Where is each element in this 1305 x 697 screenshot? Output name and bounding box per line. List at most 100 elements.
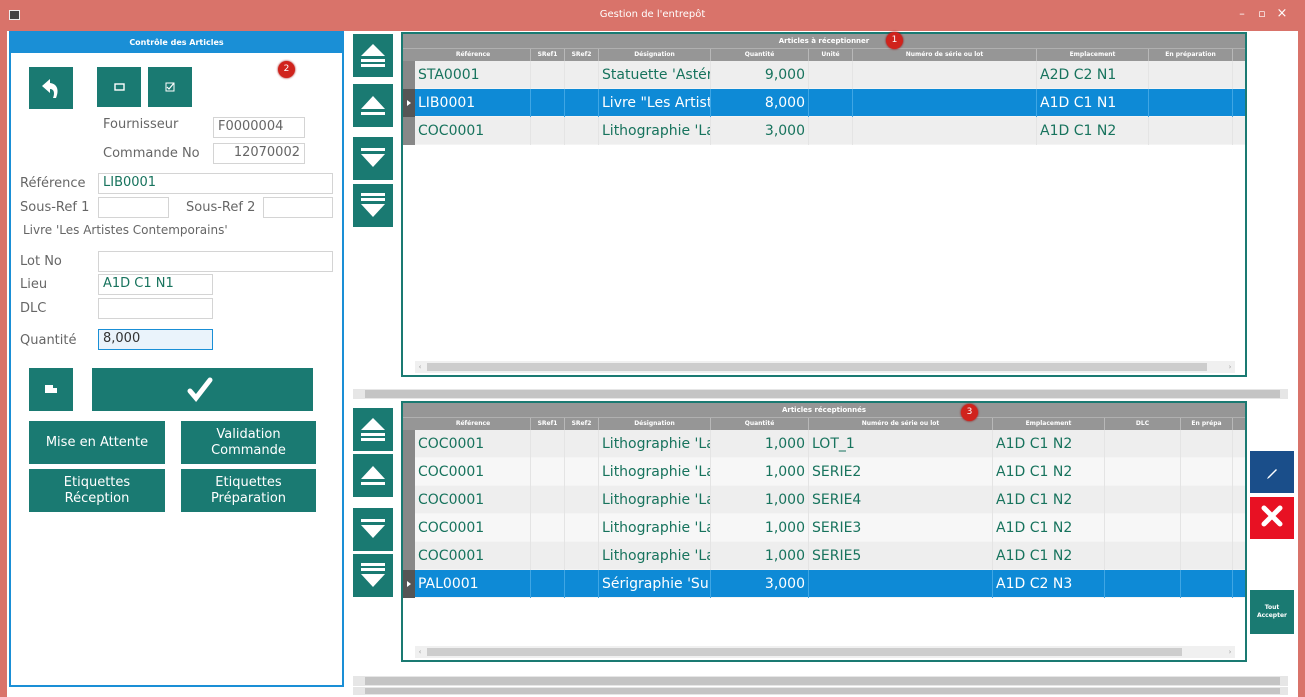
cell-designation: Lithographie 'La [599, 486, 711, 514]
cell-serie: LOT_1 [809, 430, 993, 458]
scroll-right-icon[interactable]: › [1225, 646, 1235, 658]
cell-designation: Lithographie 'La [599, 514, 711, 542]
row-indicator [403, 570, 415, 598]
bottom-horizontal-scrollbar-2[interactable] [353, 687, 1288, 695]
bottom-grid-next-button[interactable] [353, 508, 393, 551]
etiquettes-preparation-label-1: Etiquettes [215, 474, 282, 490]
scrollbar-thumb[interactable] [365, 677, 1280, 685]
bottom-horizontal-scrollbar[interactable] [353, 676, 1288, 686]
tout-accepter-label-2: Accepter [1256, 612, 1288, 619]
annotation-badge-3: 3 [961, 404, 978, 421]
etiquettes-preparation-button[interactable]: Etiquettes Préparation [181, 469, 316, 512]
scrollbar-thumb[interactable] [427, 363, 1207, 371]
cell-emplacement: A2D C2 N1 [1037, 61, 1149, 89]
back-button[interactable] [29, 67, 73, 109]
etiquettes-reception-button[interactable]: Etiquettes Réception [29, 469, 165, 512]
grid-header: Référence SRef1 SRef2 Désignation Quanti… [403, 48, 1245, 62]
scroll-left-icon[interactable]: ‹ [415, 646, 425, 658]
cell-sref1 [531, 117, 565, 145]
sousref1-label: Sous-Ref 1 [20, 200, 90, 215]
table-row[interactable]: COC0001 Lithographie 'La 1,000 LOT_1 A1D… [403, 430, 1245, 458]
middle-horizontal-scrollbar[interactable] [353, 389, 1288, 399]
cell-quantite: 1,000 [711, 514, 809, 542]
top-grid-next-button[interactable] [353, 137, 393, 180]
bottom-grid-last-button[interactable] [353, 554, 393, 597]
cell-emplacement: A1D C1 N2 [993, 430, 1105, 458]
table-row[interactable]: STA0001 Statuette 'Astérix 9,000 A2D C2 … [403, 61, 1245, 89]
sousref2-field[interactable] [263, 197, 333, 218]
cell-reference: STA0001 [415, 61, 531, 89]
articles-receptionnes-grid: Articles réceptionnés Référence SRef1 SR… [401, 401, 1247, 662]
quantite-field[interactable]: 8,000 [98, 329, 213, 350]
cell-reference: COC0001 [415, 514, 531, 542]
row-indicator [403, 486, 415, 514]
close-window-button[interactable]: × [1272, 5, 1292, 23]
sousref2-label: Sous-Ref 2 [186, 200, 256, 215]
table-row-selected[interactable]: PAL0001 Sérigraphie 'Sur 3,000 A1D C2 N3 [403, 570, 1245, 598]
commande-field[interactable]: 12070002 [213, 143, 305, 164]
top-grid-previous-button[interactable] [353, 84, 393, 127]
minimize-button[interactable]: – [1232, 5, 1252, 23]
cell-en-preparation [1149, 89, 1233, 117]
sousref1-field[interactable] [98, 197, 169, 218]
maximize-button[interactable]: ▫ [1252, 5, 1272, 23]
scanner-button[interactable] [29, 368, 73, 411]
cell-sref1 [531, 89, 565, 117]
cell-sref2 [565, 542, 599, 570]
reference-field[interactable]: LIB0001 [98, 173, 333, 194]
edit-button[interactable] [1250, 451, 1294, 493]
cell-sref2 [565, 117, 599, 145]
table-row[interactable]: COC0001 Lithographie 'La 3,000 A1D C1 N2 [403, 117, 1245, 145]
table-row[interactable]: COC0001 Lithographie 'La 1,000 SERIE2 A1… [403, 458, 1245, 486]
top-grid-first-button[interactable] [353, 34, 393, 77]
cell-emplacement: A1D C1 N2 [993, 486, 1105, 514]
delete-x-icon [1250, 505, 1294, 543]
scrollbar-thumb[interactable] [365, 688, 1280, 694]
bottom-grid-previous-button[interactable] [353, 454, 393, 497]
delete-button[interactable] [1250, 497, 1294, 539]
lot-field[interactable] [98, 251, 333, 272]
fournisseur-label: Fournisseur [103, 117, 179, 132]
cell-dlc [1105, 486, 1181, 514]
tout-accepter-button[interactable]: Tout Accepter [1250, 590, 1294, 634]
cell-sref1 [531, 458, 565, 486]
top-grid-last-button[interactable] [353, 184, 393, 227]
etiquettes-reception-label-2: Réception [64, 490, 130, 506]
table-row[interactable]: COC0001 Lithographie 'La 1,000 SERIE4 A1… [403, 486, 1245, 514]
articles-a-receptionner-grid: Articles à réceptionner Référence SRef1 … [401, 32, 1247, 377]
table-row[interactable]: COC0001 Lithographie 'La 1,000 SERIE3 A1… [403, 514, 1245, 542]
annotation-badge-2: 2 [278, 61, 295, 78]
row-indicator [403, 89, 415, 117]
title-bar: Gestion de l'entrepôt – ▫ × [0, 0, 1305, 31]
etiquettes-preparation-label-2: Préparation [210, 490, 287, 506]
cell-unite [809, 117, 853, 145]
cell-en-preparation [1181, 514, 1233, 542]
row-indicator [403, 61, 415, 89]
table-row-selected[interactable]: LIB0001 Livre "Les Artiste 8,000 A1D C1 … [403, 89, 1245, 117]
validation-commande-button[interactable]: Validation Commande [181, 421, 316, 464]
validate-item-button[interactable] [148, 67, 192, 107]
dlc-field[interactable] [98, 298, 213, 319]
scroll-left-icon[interactable]: ‹ [415, 361, 425, 373]
lieu-field[interactable]: A1D C1 N1 [98, 274, 213, 295]
table-row[interactable]: COC0001 Lithographie 'La 1,000 SERIE5 A1… [403, 542, 1245, 570]
grid-header: Référence SRef1 SRef2 Désignation Quanti… [403, 417, 1245, 431]
cell-designation: Lithographie 'La [599, 542, 711, 570]
bottom-grid-scrollbar[interactable]: ‹ › [415, 646, 1235, 658]
bottom-grid-first-button[interactable] [353, 408, 393, 451]
lieu-label: Lieu [20, 277, 48, 292]
scrollbar-thumb[interactable] [365, 390, 1280, 398]
cell-designation: Lithographie 'La [599, 117, 711, 145]
mise-en-attente-button[interactable]: Mise en Attente [29, 421, 165, 464]
cell-en-preparation [1181, 542, 1233, 570]
cell-en-preparation [1181, 486, 1233, 514]
scrollbar-thumb[interactable] [427, 648, 1182, 656]
cell-dlc [1105, 570, 1181, 598]
cell-emplacement: A1D C1 N2 [1037, 117, 1149, 145]
window-button[interactable] [97, 67, 141, 107]
top-grid-scrollbar[interactable]: ‹ › [415, 361, 1235, 373]
confirm-quantity-button[interactable] [92, 368, 313, 411]
scroll-right-icon[interactable]: › [1225, 361, 1235, 373]
cell-serie [853, 89, 1037, 117]
fournisseur-field[interactable]: F0000004 [213, 117, 305, 138]
